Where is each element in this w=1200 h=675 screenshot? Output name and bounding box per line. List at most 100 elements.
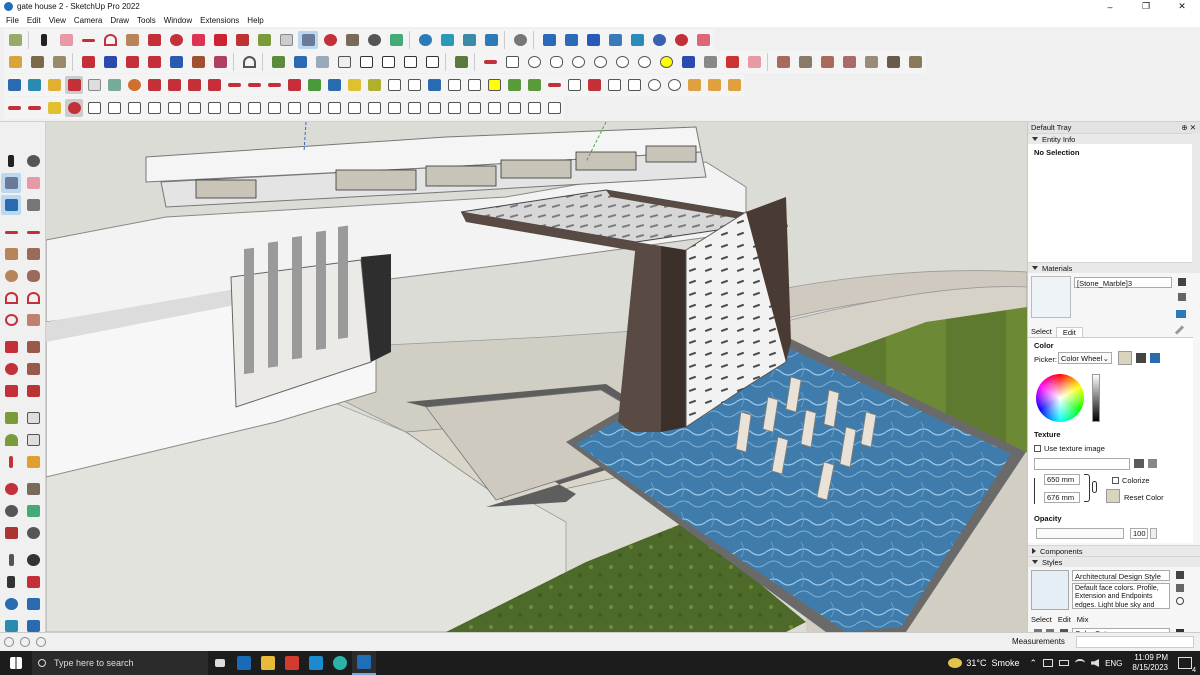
sketchup-taskbar-icon[interactable]: [352, 651, 376, 675]
protractor-left-icon[interactable]: [1, 430, 21, 450]
texture-path-input[interactable]: [1034, 458, 1130, 470]
rectangle-left-icon[interactable]: [1, 244, 21, 264]
arc-tool-icon[interactable]: [100, 31, 120, 49]
zoom-extents-icon[interactable]: [5, 31, 25, 49]
shaded-textures-icon[interactable]: [378, 53, 398, 71]
pie-left-icon[interactable]: [23, 310, 43, 330]
send-to-layout-icon[interactable]: [481, 31, 501, 49]
mirror-icon[interactable]: [627, 31, 647, 49]
monochrome-icon[interactable]: [400, 53, 420, 71]
profile-account-icon[interactable]: [510, 31, 530, 49]
rotate-tool-icon[interactable]: [188, 31, 208, 49]
make-group-icon[interactable]: [1, 195, 21, 215]
arc3-left-icon[interactable]: [1, 310, 21, 330]
texture-height-input[interactable]: 676 mm: [1044, 492, 1080, 503]
align-view-icon[interactable]: [583, 31, 603, 49]
zoom-tool-icon[interactable]: [364, 31, 384, 49]
styles-tab-select[interactable]: Select: [1031, 615, 1052, 624]
back-edges-icon[interactable]: [290, 53, 310, 71]
curve-sketch-icon[interactable]: [634, 53, 654, 71]
zoom-window-left-icon[interactable]: [23, 501, 43, 521]
truss-icon[interactable]: [265, 99, 283, 117]
offset-tool-icon[interactable]: [232, 31, 252, 49]
pattern-icon[interactable]: [505, 99, 523, 117]
wireframe-icon[interactable]: [312, 53, 332, 71]
fence-icon[interactable]: [405, 99, 423, 117]
menu-draw[interactable]: Draw: [110, 16, 129, 25]
tray-header-controls[interactable]: ⊕ ✕: [1181, 123, 1196, 132]
hand-icon[interactable]: [545, 99, 563, 117]
dropdown-panel-icon[interactable]: [65, 76, 83, 94]
section-plane-icon[interactable]: [700, 53, 720, 71]
wave-icon[interactable]: [485, 76, 503, 94]
paint-bucket-icon[interactable]: [298, 31, 318, 49]
texture-width-input[interactable]: 650 mm: [1044, 474, 1080, 485]
hatch-icon[interactable]: [485, 99, 503, 117]
window-icon[interactable]: [345, 99, 363, 117]
arc-left-icon[interactable]: [1, 288, 21, 308]
minimize-button[interactable]: –: [1092, 0, 1128, 13]
move-tool-icon[interactable]: [166, 31, 186, 49]
tray-overflow-icon[interactable]: ⌃: [1030, 658, 1038, 669]
material-list-icon[interactable]: [861, 53, 881, 71]
followme-tool-icon[interactable]: [239, 53, 259, 71]
pan-tool-icon[interactable]: [342, 31, 362, 49]
beam-icon[interactable]: [305, 99, 323, 117]
chamfer-icon[interactable]: [205, 76, 223, 94]
rotate-left-icon[interactable]: [1, 359, 21, 379]
material-name-field[interactable]: [Stone_Marble]3: [1074, 277, 1172, 288]
cross-icon[interactable]: [325, 76, 343, 94]
browse-texture-icon[interactable]: [1134, 459, 1144, 468]
select-arrow-icon[interactable]: [1, 151, 21, 171]
menu-camera[interactable]: Camera: [74, 16, 102, 25]
rotate-3d-icon[interactable]: [5, 76, 23, 94]
circle-sketch-icon[interactable]: [524, 53, 544, 71]
tube-icon[interactable]: [465, 76, 483, 94]
tape-measure-icon[interactable]: [254, 31, 274, 49]
dimension-left-icon[interactable]: [23, 408, 43, 428]
shield-icon[interactable]: [405, 76, 423, 94]
current-color-swatch[interactable]: [1118, 351, 1132, 365]
reset-color-swatch[interactable]: [1106, 489, 1120, 503]
menu-extensions[interactable]: Extensions: [200, 16, 239, 25]
extension-warehouse-icon[interactable]: [437, 31, 457, 49]
weather-icon[interactable]: [948, 658, 963, 668]
bezier-icon[interactable]: [265, 76, 283, 94]
picker-select[interactable]: Color Wheel ⌄: [1058, 352, 1112, 364]
solid-outer-shell-icon[interactable]: [188, 53, 208, 71]
style-refresh-icon[interactable]: [1176, 597, 1184, 605]
use-texture-checkbox[interactable]: [1034, 445, 1041, 452]
house-icon[interactable]: [385, 76, 403, 94]
color-wheel[interactable]: [1036, 374, 1084, 422]
arc-offset-icon[interactable]: [125, 76, 143, 94]
zoom-extents-left-icon[interactable]: [1, 523, 21, 543]
flip-icon[interactable]: [605, 31, 625, 49]
rotated-rect-icon[interactable]: [23, 244, 43, 264]
material-replace-icon[interactable]: [839, 53, 859, 71]
loft-icon[interactable]: [525, 76, 543, 94]
text-left-icon[interactable]: [23, 430, 43, 450]
eraser-left-icon[interactable]: [23, 173, 43, 193]
taskbar-search[interactable]: Type here to search: [32, 651, 208, 675]
help-icon[interactable]: [36, 637, 46, 647]
wall-icon[interactable]: [205, 99, 223, 117]
curve-tool-icon[interactable]: [225, 99, 243, 117]
close-button[interactable]: ✕: [1164, 0, 1200, 13]
menu-help[interactable]: Help: [247, 16, 263, 25]
shell-icon[interactable]: [145, 76, 163, 94]
text-tool-icon[interactable]: [276, 31, 296, 49]
section-left-icon[interactable]: [23, 572, 43, 592]
menu-view[interactable]: View: [49, 16, 66, 25]
x-ray-icon[interactable]: [268, 53, 288, 71]
sample-paint-icon[interactable]: [1176, 310, 1186, 318]
acrobat-icon[interactable]: [280, 651, 304, 675]
component-gear-icon[interactable]: [451, 53, 471, 71]
bend-icon[interactable]: [605, 76, 623, 94]
materials-tab-select[interactable]: Select: [1031, 327, 1052, 337]
ramp-icon[interactable]: [165, 99, 183, 117]
clip-icon[interactable]: [565, 76, 583, 94]
warehouse-icon[interactable]: [415, 31, 435, 49]
walk-icon[interactable]: [1, 572, 21, 592]
tray-scrollbar[interactable]: [1192, 133, 1200, 263]
component-select-icon[interactable]: [23, 151, 43, 171]
